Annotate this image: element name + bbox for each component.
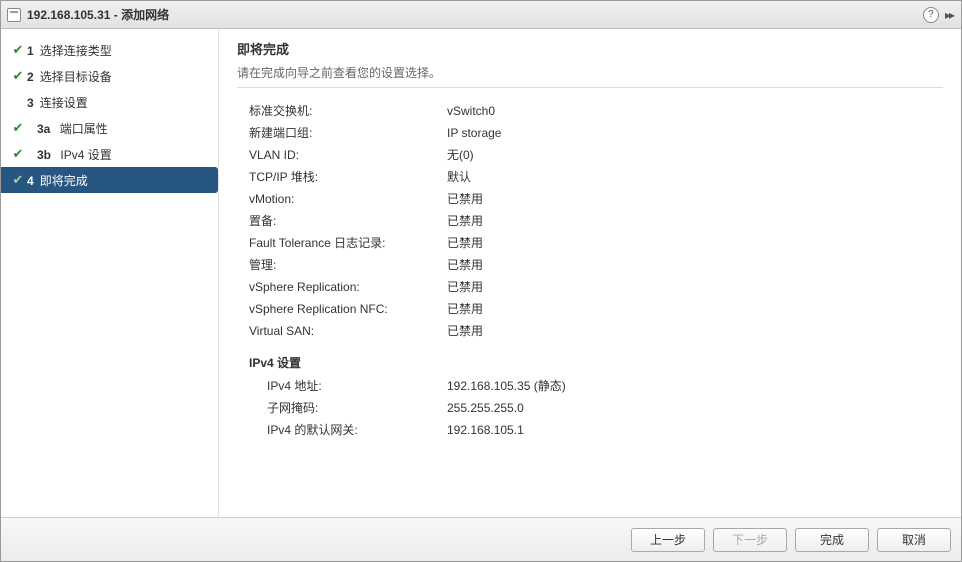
cancel-button[interactable]: 取消 (877, 528, 951, 552)
summary-key: VLAN ID: (237, 146, 447, 164)
step-num: 4 (27, 174, 34, 188)
summary-value: 已禁用 (447, 322, 483, 340)
summary-row: VLAN ID:无(0) (237, 146, 943, 164)
summary-row: 子网掩码:255.255.255.0 (237, 399, 943, 417)
expand-icon[interactable]: ▸▸ (945, 8, 955, 22)
server-icon (7, 8, 21, 22)
finish-button[interactable]: 完成 (795, 528, 869, 552)
help-icon[interactable]: ? (923, 7, 939, 23)
summary-key: TCP/IP 堆栈: (237, 168, 447, 186)
summary-key: IPv4 地址: (237, 377, 447, 395)
summary-key: 新建端口组: (237, 124, 447, 142)
summary-row: Virtual SAN:已禁用 (237, 322, 943, 340)
summary-key: IPv4 的默认网关: (237, 421, 447, 439)
next-button: 下一步 (713, 528, 787, 552)
step-3[interactable]: ✔ 3连接设置 (1, 89, 218, 115)
check-icon: ✔ (9, 41, 27, 59)
summary-row: IPv4 的默认网关:192.168.105.1 (237, 421, 943, 439)
divider (237, 87, 943, 88)
back-button[interactable]: 上一步 (631, 528, 705, 552)
summary-key: vSphere Replication NFC: (237, 300, 447, 318)
page-subtitle: 请在完成向导之前查看您的设置选择。 (237, 64, 943, 81)
summary-row: IPv4 地址:192.168.105.35 (静态) (237, 377, 943, 395)
summary-key: 置备: (237, 212, 447, 230)
wizard-content: 即将完成 请在完成向导之前查看您的设置选择。 标准交换机:vSwitch0 新建… (219, 29, 961, 517)
step-num: 3a (37, 122, 50, 136)
summary-key: 子网掩码: (237, 399, 447, 417)
summary-value: vSwitch0 (447, 102, 495, 120)
check-icon: ✔ (9, 171, 27, 189)
step-label: 选择目标设备 (40, 70, 112, 84)
dialog-body: ✔ 1 选择连接类型 ✔ 2 选择目标设备 ✔ 3 连接设置 ✔ 3a 端口属性 ✔ … (1, 29, 961, 517)
step-num: 3 (27, 96, 34, 110)
summary-value: 已禁用 (447, 278, 483, 296)
step-num: 1 (27, 44, 34, 58)
summary-row: vSphere Replication:已禁用 (237, 278, 943, 296)
step-label: 即将完成 (40, 174, 88, 188)
summary-key: 标准交换机: (237, 102, 447, 120)
summary-row: 标准交换机:vSwitch0 (237, 102, 943, 120)
summary-value: 已禁用 (447, 234, 483, 252)
step-1[interactable]: ✔ 1 选择连接类型 (1, 37, 218, 63)
summary-key: Virtual SAN: (237, 322, 447, 340)
summary-key: vSphere Replication: (237, 278, 447, 296)
ipv4-section-header: IPv4 设置 (249, 354, 943, 371)
step-num: 3b (37, 148, 51, 162)
summary-row: 置备:已禁用 (237, 212, 943, 230)
step-label: 连接设置 (40, 96, 88, 110)
page-heading: 即将完成 (237, 39, 943, 58)
summary-value: 255.255.255.0 (447, 399, 524, 417)
summary-key: Fault Tolerance 日志记录: (237, 234, 447, 252)
dialog-footer: 上一步 下一步 完成 取消 (1, 517, 961, 561)
summary-value: 已禁用 (447, 300, 483, 318)
summary-row: vSphere Replication NFC:已禁用 (237, 300, 943, 318)
step-label: 选择连接类型 (40, 44, 112, 58)
summary-value: 192.168.105.35 (静态) (447, 377, 566, 395)
step-3a[interactable]: ✔ 3a 端口属性 (1, 115, 218, 141)
check-icon: ✔ (9, 145, 27, 163)
summary-value: 无(0) (447, 146, 474, 164)
summary-key: 管理: (237, 256, 447, 274)
step-label: IPv4 设置 (60, 148, 111, 162)
check-icon: ✔ (9, 67, 27, 85)
titlebar: 192.168.105.31 - 添加网络 ? ▸▸ (1, 1, 961, 29)
dialog-title: 192.168.105.31 - 添加网络 (27, 6, 169, 23)
wizard-sidebar: ✔ 1 选择连接类型 ✔ 2 选择目标设备 ✔ 3 连接设置 ✔ 3a 端口属性 ✔ … (1, 29, 219, 517)
summary-key: vMotion: (237, 190, 447, 208)
summary-value: IP storage (447, 124, 501, 142)
summary-value: 已禁用 (447, 212, 483, 230)
summary-row: TCP/IP 堆栈:默认 (237, 168, 943, 186)
summary-row: vMotion:已禁用 (237, 190, 943, 208)
step-label: 端口属性 (60, 122, 108, 136)
step-3b[interactable]: ✔ 3b IPv4 设置 (1, 141, 218, 167)
check-icon: ✔ (9, 119, 27, 137)
wizard-dialog: 192.168.105.31 - 添加网络 ? ▸▸ ✔ 1 选择连接类型 ✔ 2… (0, 0, 962, 562)
summary-value: 已禁用 (447, 256, 483, 274)
summary-value: 192.168.105.1 (447, 421, 524, 439)
step-4[interactable]: ✔ 4 即将完成 (1, 167, 218, 193)
summary-value: 已禁用 (447, 190, 483, 208)
summary-row: 管理:已禁用 (237, 256, 943, 274)
summary-value: 默认 (447, 168, 471, 186)
summary-row: Fault Tolerance 日志记录:已禁用 (237, 234, 943, 252)
step-num: 2 (27, 70, 34, 84)
summary-row: 新建端口组:IP storage (237, 124, 943, 142)
step-2[interactable]: ✔ 2 选择目标设备 (1, 63, 218, 89)
